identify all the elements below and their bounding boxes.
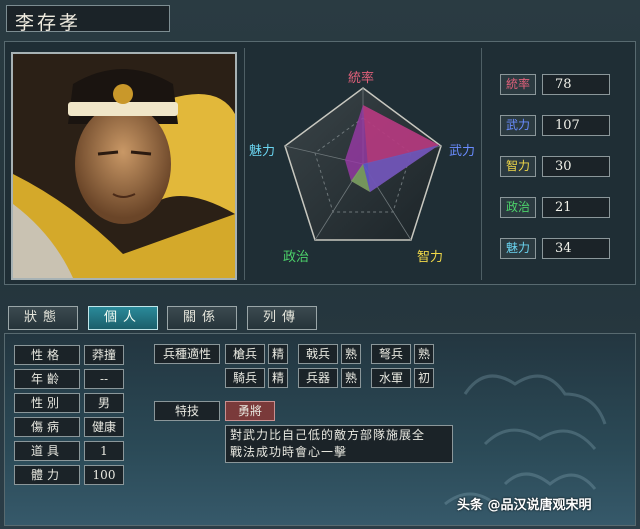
aptitude-grade: 精 xyxy=(268,368,288,388)
aptitude-unit-name: 弩兵 xyxy=(371,344,411,364)
character-name: 李存孝 xyxy=(15,12,82,34)
aptitude-unit-name: 騎兵 xyxy=(225,368,265,388)
watermark-text: 头条 @品汉说唐观宋明 xyxy=(457,498,592,513)
skill-description-line2: 戰法成功時會心一擊 xyxy=(230,445,348,459)
aptitude-grade: 熟 xyxy=(341,368,361,388)
character-portrait xyxy=(11,52,237,280)
stat-value: 34 xyxy=(542,238,610,259)
stat-value: 78 xyxy=(542,74,610,95)
info-value: 100 xyxy=(84,465,124,485)
aptitude-unit-name: 槍兵 xyxy=(225,344,265,364)
skill-name[interactable]: 勇將 xyxy=(225,401,275,421)
aptitude-grade: 初 xyxy=(414,368,434,388)
info-value: 1 xyxy=(84,441,124,461)
aptitude-label: 兵種適性 xyxy=(154,344,220,364)
info-personality: 性格 莽撞 xyxy=(14,345,124,366)
stat-intelligence: 智力 30 xyxy=(500,156,612,178)
tab-personal[interactable]: 個人 xyxy=(88,306,158,330)
stat-label: 武力 xyxy=(500,115,536,136)
info-value: -- xyxy=(84,369,124,389)
stat-label: 政治 xyxy=(500,197,536,218)
aptitude-unit-name: 戟兵 xyxy=(298,344,338,364)
info-age: 年齡 -- xyxy=(14,369,124,390)
tab-relations[interactable]: 關係 xyxy=(167,306,237,330)
skill-description: 對武力比自己低的敵方部隊施展全 戰法成功時會心一擊 xyxy=(225,425,453,463)
aptitude-unit-name: 兵器 xyxy=(298,368,338,388)
radar-label-politics: 政治 xyxy=(283,250,310,265)
info-label: 體力 xyxy=(14,465,80,485)
stat-value: 30 xyxy=(542,156,610,177)
stat-label: 智力 xyxy=(500,156,536,177)
info-value: 莽撞 xyxy=(84,345,124,365)
radar-label-charisma: 魅力 xyxy=(249,144,276,159)
info-label: 性格 xyxy=(14,345,80,365)
info-label: 性別 xyxy=(14,393,80,413)
stat-label: 統率 xyxy=(500,74,536,95)
character-name-box: 李存孝 xyxy=(6,5,170,34)
aptitude-unit-name: 水軍 xyxy=(371,368,411,388)
info-label: 道具 xyxy=(14,441,80,461)
stat-value: 107 xyxy=(542,115,610,136)
info-items: 道具 1 xyxy=(14,441,124,462)
info-label: 年齡 xyxy=(14,369,80,389)
portrait-art xyxy=(13,54,235,278)
info-value: 健康 xyxy=(84,417,124,437)
aptitude-grade: 熟 xyxy=(414,344,434,364)
stat-value: 21 xyxy=(542,197,610,218)
info-label: 傷病 xyxy=(14,417,80,437)
stat-charisma: 魅力 34 xyxy=(500,238,612,260)
tab-biography[interactable]: 列傳 xyxy=(247,306,317,330)
info-gender: 性別 男 xyxy=(14,393,124,414)
stat-war: 武力 107 xyxy=(500,115,612,137)
info-injury: 傷病 健康 xyxy=(14,417,124,438)
info-stamina: 體力 100 xyxy=(14,465,124,486)
ability-radar: 統率 武力 智力 政治 魅力 xyxy=(244,48,482,280)
info-value: 男 xyxy=(84,393,124,413)
skill-label: 特技 xyxy=(154,401,220,421)
radar-label-intelligence: 智力 xyxy=(417,250,444,265)
skill-description-line1: 對武力比自己低的敵方部隊施展全 xyxy=(230,428,426,442)
stat-label: 魅力 xyxy=(500,238,536,259)
stat-politics: 政治 21 xyxy=(500,197,612,219)
radar-label-leadership: 統率 xyxy=(348,71,375,86)
aptitude-grade: 熟 xyxy=(341,344,361,364)
stat-leadership: 統率 78 xyxy=(500,74,612,96)
radar-label-war: 武力 xyxy=(449,144,476,159)
tab-status[interactable]: 狀態 xyxy=(8,306,78,330)
aptitude-grade: 精 xyxy=(268,344,288,364)
